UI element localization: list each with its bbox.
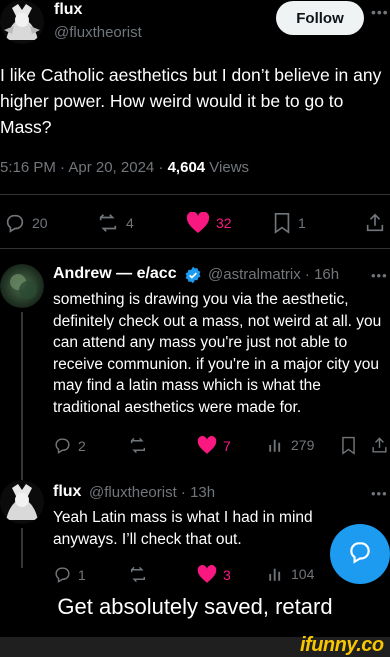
follow-button[interactable]: Follow [276,1,364,35]
divider [0,248,390,249]
reply-author-name[interactable]: Andrew — e/acc [53,265,177,283]
views-button[interactable]: 104 [267,565,314,583]
views-button[interactable]: 279 [267,436,314,454]
like-count: 7 [223,437,231,454]
ifunny-watermark: ifunny.co [300,634,384,656]
reply-button[interactable]: 20 [4,212,48,234]
verified-badge-icon [184,266,202,289]
share-button[interactable] [364,212,386,234]
like-button[interactable]: 32 [186,212,232,234]
repost-button[interactable] [128,565,148,584]
post-timestamp: 5:16 PM · Apr 20, 2024 · [0,159,168,176]
reply-text: something is drawing you via the aesthet… [53,291,382,416]
reply-avatar[interactable] [0,264,44,308]
views-label: Views [205,159,250,176]
bookmark-icon [272,212,292,234]
share-icon [364,212,386,234]
like-button[interactable]: 3 [197,565,231,584]
bookmark-button[interactable] [340,436,357,455]
view-count: 104 [291,566,315,582]
more-options-icon[interactable]: ••• [371,268,388,283]
share-button[interactable] [370,436,389,455]
reply-count: 1 [78,566,86,583]
like-count: 3 [223,566,231,583]
thread-line [21,528,23,568]
share-icon [370,436,389,455]
thread-line [21,312,23,480]
author-avatar[interactable] [0,0,44,44]
reply-icon [53,436,72,455]
divider [0,194,390,195]
author-name[interactable]: flux [54,1,82,19]
heart-icon [197,436,217,455]
repost-icon [128,565,148,584]
reply-avatar[interactable] [0,480,44,524]
more-options-icon[interactable]: ••• [371,4,389,20]
repost-button[interactable] [128,436,148,455]
post-meta: 5:16 PM · Apr 20, 2024 · 4,604 Views [0,159,249,176]
analytics-icon [267,565,285,583]
reply-author-handle[interactable]: @fluxtheorist · 13h [89,484,215,501]
bookmark-button[interactable]: 1 [272,212,306,234]
reply-button[interactable]: 2 [53,436,86,455]
reply-author-name[interactable]: flux [53,483,81,501]
heart-icon [186,212,210,234]
reply-icon [53,565,72,584]
post-text: I like Catholic aesthetics but I don’t b… [0,65,382,137]
reply-count: 2 [78,437,86,454]
repost-count: 4 [126,215,134,231]
meme-caption: Get absolutely saved, retard [57,594,333,619]
more-options-icon[interactable]: ••• [371,486,388,501]
analytics-icon [267,436,285,454]
reply-button[interactable]: 1 [53,565,86,584]
repost-button[interactable]: 4 [96,212,134,234]
reply-icon [4,212,26,234]
like-count: 32 [216,215,232,231]
bookmark-icon [340,436,357,455]
bookmark-count: 1 [298,215,306,231]
reply-text: Yeah Latin mass is what I had in mind an… [53,509,313,548]
reply-author-handle[interactable]: @astralmatrix · 16h [208,266,339,283]
repost-icon [96,212,120,234]
compose-reply-button[interactable] [330,524,390,584]
reply-count: 20 [32,215,48,231]
view-count: 279 [291,437,315,453]
like-button[interactable]: 7 [197,436,231,455]
author-handle[interactable]: @fluxtheorist [54,24,142,41]
heart-icon [197,565,217,584]
view-count: 4,604 [167,159,206,176]
chat-bubble-icon [347,539,373,570]
repost-icon [128,436,148,455]
